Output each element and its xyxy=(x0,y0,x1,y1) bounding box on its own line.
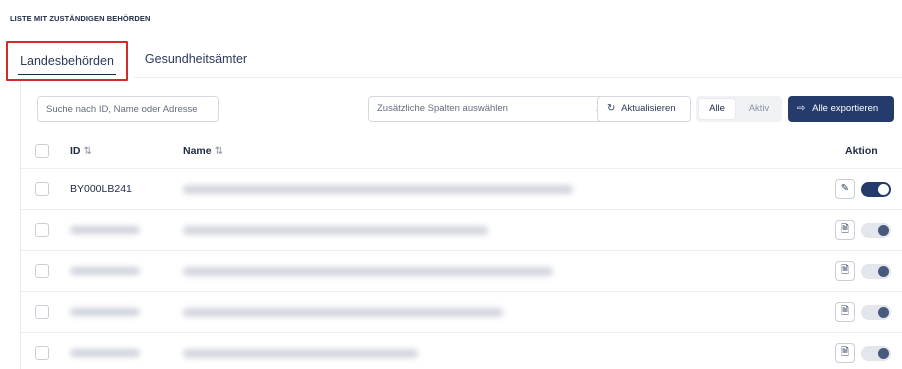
toolbar: Zusätzliche Spalten auswählen ⌄ ↻ Aktual… xyxy=(21,81,902,131)
filter-all-option[interactable]: Alle xyxy=(699,99,735,119)
row-checkbox[interactable] xyxy=(35,346,49,360)
action-column-header: Aktion xyxy=(845,145,878,157)
export-all-button[interactable]: ⇨ Alle exportieren xyxy=(788,96,894,122)
row-checkbox[interactable] xyxy=(35,182,49,196)
search-input[interactable] xyxy=(37,96,219,122)
name-column-header[interactable]: Name ⇅ xyxy=(183,145,223,157)
document-icon[interactable]: 🗎 xyxy=(835,220,855,240)
redacted-id xyxy=(70,308,140,316)
redacted-name xyxy=(183,267,553,276)
row-id: BY000LB241 xyxy=(70,183,132,195)
pencil-icon[interactable]: ✎ xyxy=(835,179,855,199)
document-icon[interactable]: 🗎 xyxy=(835,343,855,363)
row-checkbox[interactable] xyxy=(35,264,49,278)
row-checkbox[interactable] xyxy=(35,223,49,237)
status-toggle[interactable] xyxy=(861,223,891,238)
redacted-id xyxy=(70,349,140,357)
toggle-knob xyxy=(878,225,889,236)
export-label: Alle exportieren xyxy=(812,103,879,114)
tab-label: Gesundheitsämter xyxy=(144,52,248,66)
tab-label: Landesbehörden xyxy=(20,54,114,68)
select-all-checkbox[interactable] xyxy=(35,144,49,158)
filter-active-option[interactable]: Aktiv xyxy=(740,99,778,119)
tab-bar: Landesbehörden Gesundheitsämter xyxy=(6,41,902,81)
sort-icon: ⇅ xyxy=(214,146,223,157)
tab-divider xyxy=(134,77,902,78)
tab-landesbehoerden[interactable]: Landesbehörden xyxy=(6,41,128,81)
sort-icon: ⇅ xyxy=(83,146,92,157)
table-row[interactable]: 🗎 xyxy=(21,333,902,369)
columns-select[interactable]: Zusätzliche Spalten auswählen ⌄ xyxy=(368,96,611,122)
redacted-name xyxy=(183,349,418,358)
redacted-name xyxy=(183,226,488,235)
table-row[interactable]: 🗎 xyxy=(21,292,902,333)
tab-gesundheitsaemter[interactable]: Gesundheitsämter xyxy=(140,41,252,81)
status-toggle[interactable] xyxy=(861,305,891,320)
toggle-knob xyxy=(878,266,889,277)
toggle-knob xyxy=(878,184,889,195)
id-column-header[interactable]: ID ⇅ xyxy=(70,145,92,157)
document-icon[interactable]: 🗎 xyxy=(835,261,855,281)
refresh-icon: ↻ xyxy=(607,103,616,114)
redacted-id xyxy=(70,226,140,234)
table-row[interactable]: BY000LB241 ✎ xyxy=(21,169,902,210)
page-title: LISTE MIT ZUSTÄNDIGEN BEHÖRDEN xyxy=(10,14,151,23)
status-toggle[interactable] xyxy=(861,264,891,279)
redacted-name xyxy=(183,185,573,194)
toggle-knob xyxy=(878,348,889,359)
table-row[interactable]: 🗎 xyxy=(21,251,902,292)
toggle-knob xyxy=(878,307,889,318)
row-checkbox[interactable] xyxy=(35,305,49,319)
refresh-button[interactable]: ↻ Aktualisieren xyxy=(597,96,691,122)
table-panel: Zusätzliche Spalten auswählen ⌄ ↻ Aktual… xyxy=(20,81,902,369)
table-row[interactable]: 🗎 xyxy=(21,210,902,251)
redacted-id xyxy=(70,267,140,275)
redacted-name xyxy=(183,308,503,317)
status-filter: Alle Aktiv xyxy=(696,96,782,122)
name-header-label: Name xyxy=(183,145,212,157)
status-toggle[interactable] xyxy=(861,346,891,361)
export-icon: ⇨ xyxy=(797,103,806,114)
document-icon[interactable]: 🗎 xyxy=(835,302,855,322)
refresh-label: Aktualisieren xyxy=(621,103,676,114)
active-tab-indicator xyxy=(18,73,116,75)
status-toggle[interactable] xyxy=(861,182,891,197)
table-header: ID ⇅ Name ⇅ Aktion xyxy=(21,133,902,169)
id-header-label: ID xyxy=(70,145,81,157)
columns-select-label: Zusätzliche Spalten auswählen xyxy=(377,103,508,114)
